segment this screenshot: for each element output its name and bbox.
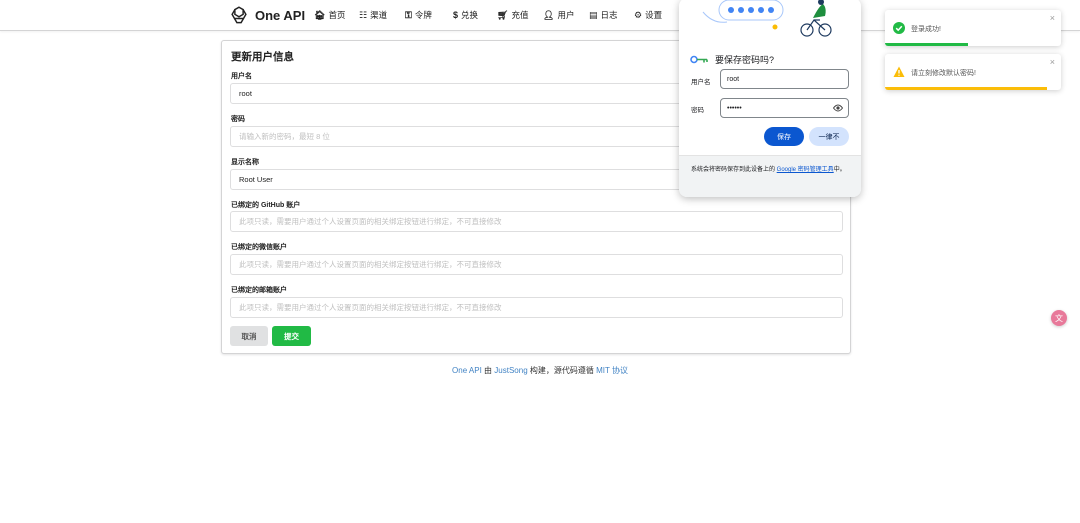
nav-item-settings[interactable]: ⚙ 设置	[634, 9, 662, 21]
popup-footer: 系统会将密码保存到此设备上的 Google 密码管理工具中。	[679, 155, 861, 197]
toast-success: 登录成功! ×	[885, 10, 1061, 46]
wechat-account-label: 已绑定的微信账户	[231, 244, 287, 251]
openai-logo-icon	[231, 6, 247, 24]
github-account-label: 已绑定的 GitHub 账户	[231, 202, 301, 209]
sitemap-icon: ☷	[359, 9, 368, 20]
close-icon[interactable]: ×	[1050, 57, 1055, 67]
nav-item-channels[interactable]: ☷ 渠道	[359, 9, 387, 21]
nav-item-logs[interactable]: ▤ 日志	[589, 9, 618, 21]
github-account-input[interactable]: 此项只读，需要用户通过个人设置页面的相关绑定按钮进行绑定，不可直接修改	[230, 211, 843, 232]
popup-username-input[interactable]: root	[720, 69, 849, 89]
popup-note-suffix: 中。	[833, 167, 846, 173]
translate-icon[interactable]: 文	[1051, 310, 1067, 326]
page: One API 🏠︎ 首页 ☷ 渠道 ⚿ 令牌 $ 兑换 🛒︎ 充值 👤︎ 用户…	[0, 0, 1080, 523]
warning-icon	[893, 66, 905, 77]
nav-item-label: 设置	[645, 10, 663, 20]
footer-middle-text: 构建，源代码遵循	[529, 366, 594, 375]
popup-username-label: 用户名	[691, 79, 711, 86]
email-account-label: 已绑定的邮箱账户	[231, 287, 287, 294]
toast-warning: 请立刻修改默认密码! ×	[885, 54, 1061, 90]
submit-button[interactable]: 提交	[272, 326, 311, 346]
footer: One API 由 JustSong 构建，源代码遵循 MIT 协议	[0, 365, 1080, 376]
app-name: One API	[255, 7, 306, 23]
username-label: 用户名	[231, 73, 252, 80]
toast-success-text: 登录成功!	[911, 26, 941, 33]
cart-icon: 🛒︎	[497, 9, 509, 20]
toast-progress-bar	[885, 87, 1047, 90]
save-password-button[interactable]: 保存	[764, 127, 804, 146]
toast-progress-bar	[885, 43, 968, 46]
wechat-account-input[interactable]: 此项只读，需要用户通过个人设置页面的相关绑定按钮进行绑定，不可直接修改	[230, 254, 843, 275]
nav-item-label: 首页	[328, 10, 346, 20]
popup-title: 要保存密码吗?	[715, 55, 775, 65]
nav-item-topup[interactable]: 🛒︎ 充值	[497, 9, 528, 21]
password-manager-link[interactable]: Google 密码管理工具	[777, 167, 834, 173]
home-icon: 🏠︎	[314, 9, 326, 20]
popup-password-value: ••••••	[727, 104, 742, 112]
nav-item-label: 渠道	[370, 10, 388, 20]
check-circle-icon	[893, 22, 905, 34]
nav-item-label: 令牌	[414, 10, 432, 20]
dollar-icon: $	[453, 10, 459, 20]
gear-icon: ⚙	[634, 9, 643, 20]
footer-by-text: 由	[484, 366, 493, 375]
popup-header: 要保存密码吗?	[690, 53, 774, 66]
cancel-button[interactable]: 取消	[230, 326, 268, 346]
never-save-button[interactable]: 一律不	[809, 127, 849, 146]
toast-warning-text: 请立刻修改默认密码!	[911, 70, 976, 77]
footer-app-link[interactable]: One API	[452, 366, 482, 375]
popup-note: 系统会将密码保存到此设备上的 Google 密码管理工具中。	[691, 166, 851, 175]
close-icon[interactable]: ×	[1050, 13, 1055, 23]
book-icon: ▤	[589, 9, 598, 20]
nav-item-label: 兑换	[461, 10, 479, 20]
nav-item-users[interactable]: 👤︎ 用户	[543, 9, 574, 21]
user-icon: 👤︎	[543, 9, 555, 20]
popup-password-label: 密码	[691, 107, 704, 114]
nav-item-label: 用户	[557, 10, 575, 20]
key-icon	[690, 55, 708, 64]
display-name-label: 显示名称	[231, 159, 259, 166]
nav-item-home[interactable]: 🏠︎ 首页	[314, 9, 345, 21]
eye-icon[interactable]	[833, 104, 843, 112]
form-title: 更新用户信息	[231, 51, 294, 63]
key-icon: ⚿	[405, 9, 412, 20]
brand[interactable]: One API	[228, 4, 305, 26]
footer-author-link[interactable]: JustSong	[494, 366, 527, 375]
nav-item-label: 充值	[511, 10, 529, 20]
password-label: 密码	[231, 116, 245, 123]
footer-license-link[interactable]: MIT 协议	[596, 366, 628, 375]
nav-item-tokens[interactable]: ⚿ 令牌	[405, 9, 432, 21]
email-account-input[interactable]: 此项只读，需要用户通过个人设置页面的相关绑定按钮进行绑定，不可直接修改	[230, 297, 843, 318]
save-password-popup: 要保存密码吗? 用户名 root 密码 •••••• 保存 一律不 系统会将密码…	[679, 0, 861, 197]
popup-password-input[interactable]: ••••••	[720, 98, 849, 118]
password-illustration	[702, 0, 832, 37]
popup-note-prefix: 系统会将密码保存到此设备上的	[691, 167, 777, 173]
nav-item-redeem[interactable]: $ 兑换	[453, 9, 478, 21]
nav-item-label: 日志	[600, 10, 618, 20]
